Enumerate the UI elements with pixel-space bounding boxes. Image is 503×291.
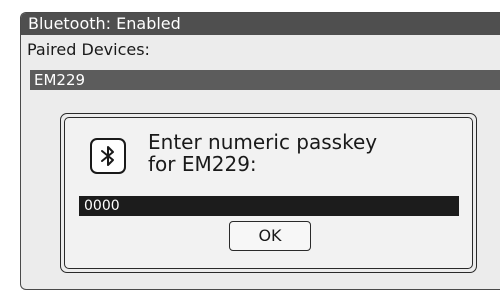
passkey-dialog-body: Enter numeric passkey for EM229: OK — [64, 117, 473, 269]
passkey-prompt-line-2: for EM229: — [148, 152, 257, 176]
bluetooth-icon — [90, 138, 126, 174]
ok-button[interactable]: OK — [229, 221, 311, 251]
paired-devices-label: Paired Devices: — [27, 40, 150, 59]
bluetooth-icon-glyph — [101, 146, 114, 166]
title-bar: Bluetooth: Enabled — [21, 13, 500, 35]
passkey-dialog: Enter numeric passkey for EM229: OK — [60, 113, 477, 273]
device-list-item-selected[interactable]: EM229 — [30, 70, 500, 90]
passkey-prompt: Enter numeric passkey for EM229: — [148, 131, 448, 175]
passkey-input[interactable] — [79, 196, 459, 216]
passkey-prompt-line-1: Enter numeric passkey — [148, 130, 378, 154]
bluetooth-screen: Bluetooth: Enabled Paired Devices: EM229… — [20, 12, 500, 290]
